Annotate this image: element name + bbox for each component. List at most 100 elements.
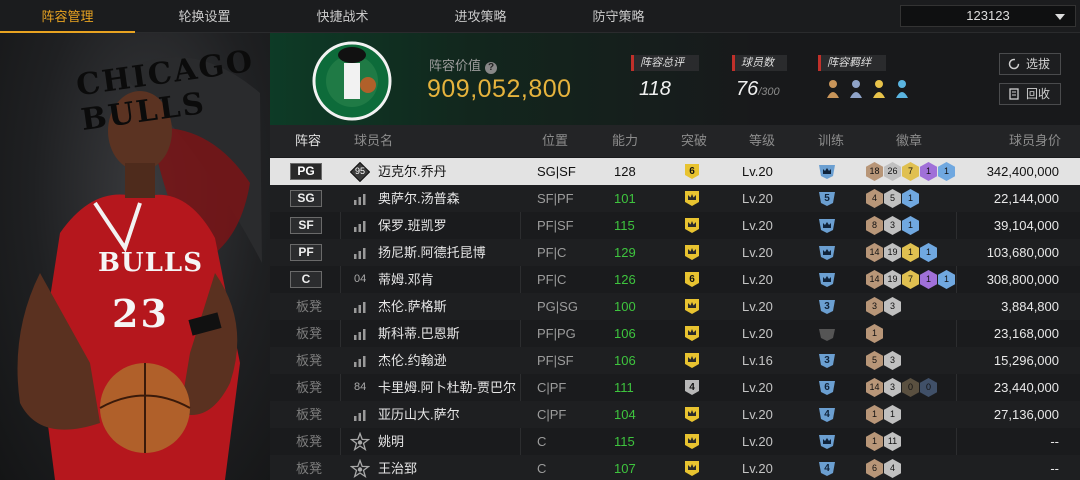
slot-badge[interactable]: PG <box>290 163 322 180</box>
player-level: Lv.20 <box>742 326 773 341</box>
tab-lineup[interactable]: 阵容管理 <box>0 0 135 33</box>
slot-badge[interactable]: SG <box>290 190 322 207</box>
badge-hex: 14 <box>866 243 883 262</box>
refresh-icon <box>1008 58 1020 70</box>
player-tier-bars-icon <box>354 410 366 421</box>
badge-hex: 1 <box>884 405 901 424</box>
player-rating: 106 <box>614 326 636 341</box>
player-tier-bars-icon <box>354 221 366 232</box>
table-row[interactable]: 板凳 斯科蒂.巴恩斯 PF|PG 106 Lv.20 1 23,168,000 <box>270 320 1080 347</box>
training-crown-icon <box>819 435 835 449</box>
player-name[interactable]: 迈克尔.乔丹 <box>378 158 447 185</box>
player-salary: 23,168,000 <box>993 326 1059 341</box>
slot-badge[interactable]: C <box>290 271 322 288</box>
tab-defense[interactable]: 防守策略 <box>551 0 686 33</box>
slot-bench[interactable]: 板凳 <box>296 347 322 374</box>
jersey-text: BULLS <box>98 248 203 278</box>
table-row[interactable]: C 04 蒂姆.邓肯 PF|C 126 6 Lv.20 14 19 7 1 1 308,800,000 <box>270 266 1080 293</box>
player-salary: 103,680,000 <box>986 245 1059 260</box>
table-row[interactable]: 板凳 杰伦.萨格斯 PG|SG 100 Lv.20 3 3 3 3,884,800 <box>270 293 1080 320</box>
player-name[interactable]: 奥萨尔.汤普森 <box>378 185 460 212</box>
col-breakthrough[interactable]: 突破 <box>681 125 707 157</box>
badge-hex: 7 <box>902 162 919 181</box>
player-position: PF|PG <box>537 326 576 341</box>
training-crown-icon <box>819 246 835 260</box>
trash-icon <box>1009 88 1019 100</box>
slot-bench[interactable]: 板凳 <box>296 455 322 480</box>
slot-bench[interactable]: 板凳 <box>296 320 322 347</box>
help-icon[interactable]: ? <box>485 62 498 74</box>
player-rating: 100 <box>614 299 636 314</box>
badge-hex: 5 <box>884 189 901 208</box>
badge-hex: 3 <box>866 297 883 316</box>
player-position: PF|C <box>537 272 567 287</box>
table-row[interactable]: PF 扬尼斯.阿德托昆博 PF|C 129 Lv.20 14 19 1 1 103,680,000 <box>270 239 1080 266</box>
player-position: C <box>537 434 547 449</box>
badge-hex: 0 <box>920 378 937 397</box>
player-name[interactable]: 卡里姆.阿卜杜勒-贾巴尔 <box>378 374 516 401</box>
tab-rotation[interactable]: 轮换设置 <box>137 0 272 33</box>
player-rating: 115 <box>614 218 635 233</box>
table-row[interactable]: 板凳 姚明 C 115 Lv.20 1 11 -- <box>270 428 1080 455</box>
col-slot[interactable]: 阵容 <box>295 125 321 157</box>
tab-quick-tactics[interactable]: 快捷战术 <box>275 0 410 33</box>
col-level[interactable]: 等级 <box>749 125 775 157</box>
chemistry-person-body <box>827 92 839 98</box>
player-level: Lv.20 <box>742 245 773 260</box>
player-position: PF|SF <box>537 353 574 368</box>
player-name[interactable]: 保罗.班凯罗 <box>378 212 447 239</box>
player-name[interactable]: 扬尼斯.阿德托昆博 <box>378 239 486 266</box>
table-row[interactable]: 板凳 杰伦.约翰逊 PF|SF 106 Lv.16 3 5 3 15,296,000 <box>270 347 1080 374</box>
breakthrough-level: 4 <box>689 382 695 393</box>
select-button-label: 选拔 <box>1026 57 1051 71</box>
table-row[interactable]: 板凳 84 卡里姆.阿卜杜勒-贾巴尔 C|PF 111 4 Lv.20 6 14 3 0 0 23,44… <box>270 374 1080 401</box>
player-count: 76/300 <box>736 78 780 100</box>
player-salary: 308,800,000 <box>986 272 1059 287</box>
badge-hex: 14 <box>866 270 883 289</box>
chemistry-people-icon <box>827 80 908 98</box>
training-rank: 4 <box>824 463 830 474</box>
player-name[interactable]: 斯科蒂.巴恩斯 <box>378 320 460 347</box>
select-button[interactable]: 选拔 <box>999 53 1061 75</box>
player-level: Lv.20 <box>742 191 773 206</box>
player-rating: 104 <box>614 407 636 422</box>
player-position: C|PF <box>537 380 567 395</box>
badge-hex: 4 <box>884 459 901 478</box>
player-name[interactable]: 杰伦.约翰逊 <box>378 347 447 374</box>
slot-bench[interactable]: 板凳 <box>296 293 322 320</box>
player-rank-number: 84 <box>354 381 367 393</box>
table-row[interactable]: 板凳 亚历山大.萨尔 C|PF 104 Lv.20 4 1 1 27,136,000 <box>270 401 1080 428</box>
player-name[interactable]: 蒂姆.邓肯 <box>378 266 434 293</box>
col-badges[interactable]: 徽章 <box>896 125 922 157</box>
player-salary: 15,296,000 <box>993 353 1059 368</box>
player-tier-bars-icon <box>354 248 366 259</box>
col-training[interactable]: 训练 <box>818 125 844 157</box>
table-row[interactable]: 板凳 王治郅 C 107 Lv.20 4 6 4 -- <box>270 455 1080 480</box>
table-row[interactable]: SG 奥萨尔.汤普森 SF|PF 101 Lv.20 5 4 5 1 22,144,000 <box>270 185 1080 212</box>
table-row[interactable]: SF 保罗.班凯罗 PF|SF 115 Lv.20 8 3 1 39,104,000 <box>270 212 1080 239</box>
table-row[interactable]: PG 95 迈克尔.乔丹 SG|SF 128 6 Lv.20 18 26 7 1 1 342,400,0… <box>270 158 1080 185</box>
slot-bench[interactable]: 板凳 <box>296 401 322 428</box>
slot-badge[interactable]: PF <box>290 244 322 261</box>
badge-hex: 1 <box>902 189 919 208</box>
col-salary[interactable]: 球员身价 <box>1009 125 1061 157</box>
col-name[interactable]: 球员名 <box>354 125 393 157</box>
lineup-select[interactable]: 123123 <box>900 5 1076 27</box>
breakthrough-level: 6 <box>689 274 695 285</box>
player-name[interactable]: 姚明 <box>378 428 404 455</box>
player-name[interactable]: 王治郅 <box>378 455 417 480</box>
slot-bench[interactable]: 板凳 <box>296 374 322 401</box>
chemistry-person-icon <box>852 80 860 88</box>
player-level: Lv.20 <box>742 218 773 233</box>
player-name[interactable]: 杰伦.萨格斯 <box>378 293 447 320</box>
chevron-down-icon <box>1055 14 1065 20</box>
recycle-button[interactable]: 回收 <box>999 83 1061 105</box>
tab-offense[interactable]: 进攻策略 <box>413 0 548 33</box>
star-icon <box>350 459 370 479</box>
col-position[interactable]: 位置 <box>542 125 568 157</box>
col-rating[interactable]: 能力 <box>612 125 638 157</box>
player-name[interactable]: 亚历山大.萨尔 <box>378 401 460 428</box>
slot-bench[interactable]: 板凳 <box>296 428 322 455</box>
badge-hex: 26 <box>884 162 901 181</box>
slot-badge[interactable]: SF <box>290 217 322 234</box>
